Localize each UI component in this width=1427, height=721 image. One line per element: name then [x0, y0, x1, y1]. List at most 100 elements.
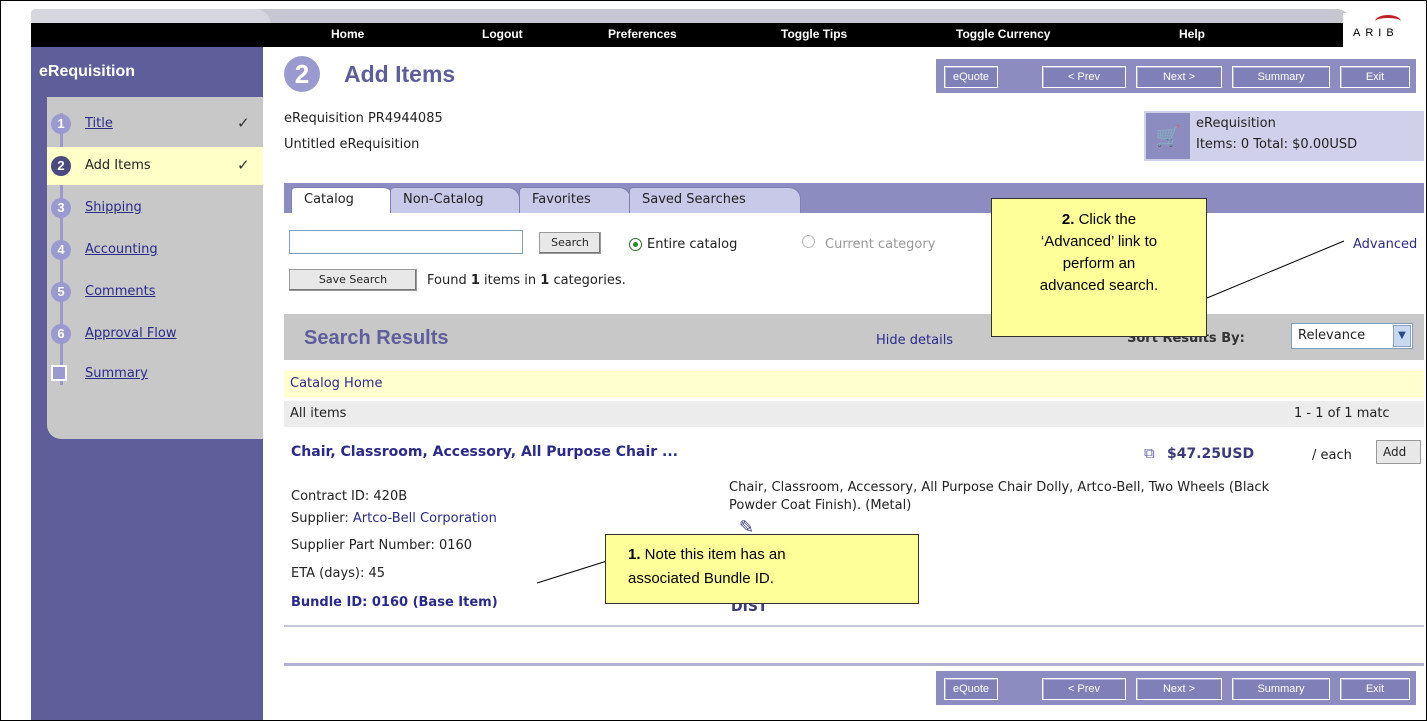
footer-divider [284, 663, 1424, 666]
search-button[interactable]: Search [539, 232, 601, 254]
equote-button[interactable]: eQuote [944, 66, 998, 88]
step-number: 2 [51, 156, 71, 176]
item-price: $47.25USD [1167, 446, 1255, 462]
tab-favorites[interactable]: Favorites [519, 187, 631, 213]
chevron-down-icon[interactable]: ▼ [1393, 325, 1411, 347]
step-label[interactable]: Comments [85, 284, 155, 299]
found-items-count: 1 [470, 273, 480, 288]
callout-one-line2: associated Bundle ID. [628, 570, 774, 587]
equote-button[interactable]: eQuote [944, 678, 998, 700]
nav-home[interactable]: Home [331, 27, 364, 41]
supplier-part-number: Supplier Part Number: 0160 [291, 538, 473, 553]
sidebar: eRequisition 1 Title ✓ 2 Add Items ✓ 3 S… [31, 47, 263, 720]
callout-two-text1: Click the [1074, 211, 1137, 228]
exit-button[interactable]: Exit [1340, 66, 1410, 88]
contract-id: Contract ID: 420B [291, 489, 408, 504]
search-input[interactable] [289, 230, 523, 254]
results-title: Search Results [304, 327, 449, 349]
callout-two: 2. Click the ‘Advanced’ link to perform … [991, 198, 1207, 337]
step-label[interactable]: Approval Flow [85, 326, 177, 341]
supplier-label: Supplier: [291, 511, 353, 526]
prev-button[interactable]: < Prev [1042, 678, 1126, 700]
breadcrumb-band: Catalog Home [284, 371, 1424, 397]
sidebar-item-shipping[interactable]: 3 Shipping [47, 189, 263, 227]
summary-square-icon [51, 365, 67, 381]
next-button[interactable]: Next > [1136, 678, 1222, 700]
sidebar-item-title[interactable]: 1 Title ✓ [47, 105, 263, 143]
callout-one: 1. Note this item has an associated Bund… [605, 534, 919, 604]
ariba-logo: ARIB [1343, 13, 1421, 47]
step-label[interactable]: Summary [85, 366, 148, 381]
step-label: Add Items [85, 158, 151, 173]
add-item-button[interactable]: Add [1376, 440, 1421, 464]
cart-icon[interactable]: 🛒 [1146, 113, 1190, 159]
step-number: 6 [51, 324, 71, 344]
nav-logout[interactable]: Logout [482, 27, 523, 41]
step-number: 1 [51, 114, 71, 134]
tab-catalog[interactable]: Catalog [291, 187, 395, 213]
sort-select[interactable]: Relevance ▼ [1291, 323, 1413, 349]
exit-button[interactable]: Exit [1340, 678, 1410, 700]
scope-current-label: Current category [825, 237, 936, 252]
requisition-name: Untitled eRequisition [284, 137, 420, 152]
callout-two-line3: perform an [1062, 255, 1136, 272]
item-description-line1: Chair, Classroom, Accessory, All Purpose… [729, 480, 1270, 495]
step-label[interactable]: Shipping [85, 200, 142, 215]
next-button[interactable]: Next > [1136, 66, 1222, 88]
cart-summary[interactable]: 🛒 eRequisition Items: 0 Total: $0.00USD [1144, 111, 1424, 161]
action-bar-bottom: eQuote < Prev Next > Summary Exit [936, 671, 1416, 705]
found-summary: Found 1 items in 1 categories. [427, 273, 626, 288]
checkmark-icon: ✓ [237, 156, 250, 174]
supplier-line: Supplier: Artco-Bell Corporation [291, 511, 497, 526]
callout-one-number: 1. [628, 546, 641, 563]
checkmark-icon: ✓ [237, 114, 250, 132]
save-search-button[interactable]: Save Search [289, 269, 417, 291]
cart-totals: Items: 0 Total: $0.00USD [1196, 137, 1358, 152]
sidebar-item-accounting[interactable]: 4 Accounting [47, 231, 263, 269]
tab-saved-searches[interactable]: Saved Searches [629, 187, 801, 213]
search-results-bar: Search Results [284, 314, 1424, 360]
sidebar-item-comments[interactable]: 5 Comments [47, 273, 263, 311]
callout-one-text1: Note this item has an [640, 546, 786, 563]
summary-button[interactable]: Summary [1232, 66, 1330, 88]
radio-entire-catalog[interactable] [629, 238, 642, 251]
nav-toggle-tips[interactable]: Toggle Tips [781, 27, 847, 41]
step-number: 5 [51, 282, 71, 302]
scope-entire-label: Entire catalog [647, 237, 738, 252]
callout-one-leader [536, 560, 608, 584]
sidebar-item-approval-flow[interactable]: 6 Approval Flow [47, 315, 263, 353]
all-items-label: All items [290, 406, 347, 421]
item-unit: / each [1312, 448, 1352, 463]
bundle-id: Bundle ID: 0160 (Base Item) [291, 595, 498, 610]
sidebar-item-summary[interactable]: Summary [47, 355, 263, 393]
action-bar-top: eQuote < Prev Next > Summary Exit [936, 59, 1416, 93]
callout-two-leader [1206, 240, 1345, 299]
sidebar-item-add-items[interactable]: 2 Add Items ✓ [47, 147, 263, 185]
logo-text: ARIB [1353, 27, 1399, 39]
callout-two-number: 2. [1061, 211, 1075, 228]
sidebar-title: eRequisition [39, 63, 136, 80]
bundle-icon: ⧉ [1144, 444, 1155, 462]
item-description-line2: Powder Coat Finish). (Metal) [729, 498, 912, 513]
summary-button[interactable]: Summary [1232, 678, 1330, 700]
top-nav-bar: Home Logout Preferences Toggle Tips Togg… [31, 23, 1421, 47]
advanced-link[interactable]: Advanced [1353, 237, 1417, 252]
radio-current-category[interactable] [802, 235, 815, 248]
nav-preferences[interactable]: Preferences [608, 27, 677, 41]
sort-value: Relevance [1298, 328, 1366, 343]
requisition-id: eRequisition PR4944085 [284, 111, 443, 126]
callout-one-line1: 1. Note this item has an [628, 543, 918, 567]
step-label[interactable]: Title [85, 116, 113, 131]
tab-non-catalog[interactable]: Non-Catalog [390, 187, 520, 213]
item-name-link[interactable]: Chair, Classroom, Accessory, All Purpose… [291, 444, 678, 460]
screenshot-frame: Home Logout Preferences Toggle Tips Togg… [0, 0, 1427, 721]
breadcrumb-catalog-home[interactable]: Catalog Home [290, 376, 382, 391]
step-label[interactable]: Accounting [85, 242, 158, 257]
nav-toggle-currency[interactable]: Toggle Currency [956, 27, 1050, 41]
supplier-link[interactable]: Artco-Bell Corporation [353, 511, 497, 526]
callout-two-line4: advanced search. [1039, 277, 1159, 294]
step-badge: 2 [284, 56, 320, 92]
hide-details-link[interactable]: Hide details [876, 333, 953, 348]
nav-help[interactable]: Help [1179, 27, 1205, 41]
prev-button[interactable]: < Prev [1042, 66, 1126, 88]
